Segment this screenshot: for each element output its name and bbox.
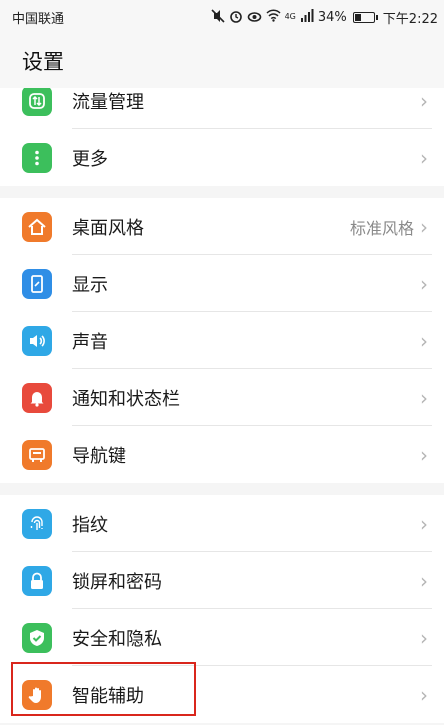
settings-group: 桌面风格 标准风格 › 显示 › 声音 › 通知和状态栏 › 导航键 › (0, 198, 444, 483)
settings-list[interactable]: 流量管理 › 更多 › 桌面风格 标准风格 › 显示 › 声音 › 通知和状态栏 › 导航键 › 指纹 › 锁屏和… (0, 88, 444, 725)
settings-item-label: 声音 (72, 331, 108, 353)
settings-item[interactable]: 声音 › (0, 312, 444, 369)
settings-item-label: 显示 (72, 274, 108, 296)
settings-item[interactable]: 锁屏和密码 › (0, 552, 444, 609)
more-icon (22, 142, 52, 173)
signal-icon (300, 9, 314, 25)
display-icon (22, 268, 52, 299)
settings-item[interactable]: 通知和状态栏 › (0, 369, 444, 426)
chevron-right-icon: › (420, 328, 428, 353)
eye-icon (247, 9, 262, 26)
settings-item-label: 流量管理 (72, 91, 144, 113)
battery-icon (352, 11, 378, 23)
battery-percent: 34% (317, 9, 347, 25)
chevron-right-icon: › (420, 214, 428, 239)
settings-item-label: 指纹 (72, 514, 108, 536)
settings-item-label: 安全和隐私 (72, 628, 162, 650)
settings-item-label: 桌面风格 (72, 217, 144, 239)
page-title-bar: 设置 (0, 34, 444, 88)
wifi-icon (266, 9, 281, 25)
settings-item-label: 导航键 (72, 445, 126, 467)
carrier-label: 中国联通 (12, 11, 65, 27)
chevron-right-icon: › (420, 442, 428, 467)
settings-item-value: 标准风格 (349, 218, 414, 238)
mute-icon (211, 8, 225, 26)
network-type-label: 4G (284, 12, 296, 21)
navigation-icon (22, 439, 52, 470)
chevron-right-icon: › (420, 385, 428, 410)
chevron-right-icon: › (420, 271, 428, 296)
clock: 下午2:22 (382, 11, 438, 27)
fingerprint-icon (22, 508, 52, 539)
settings-item-label: 更多 (72, 148, 108, 170)
chevron-right-icon: › (420, 568, 428, 593)
chevron-right-icon: › (420, 511, 428, 536)
alarm-icon (229, 9, 243, 26)
page-title: 设置 (22, 50, 64, 74)
data-usage-icon (22, 88, 52, 116)
settings-item[interactable]: 安全和隐私 › (0, 609, 444, 666)
chevron-right-icon: › (420, 88, 428, 113)
status-icons: 4G 34% 下午2:22 (211, 8, 438, 27)
settings-item[interactable]: 指纹 › (0, 495, 444, 552)
chevron-right-icon: › (420, 145, 428, 170)
settings-group: 流量管理 › 更多 › (0, 88, 444, 186)
lock-icon (22, 565, 52, 596)
settings-item[interactable]: 桌面风格 标准风格 › (0, 198, 444, 255)
home-icon (22, 211, 52, 242)
settings-list-content: 流量管理 › 更多 › 桌面风格 标准风格 › 显示 › 声音 › 通知和状态栏 › 导航键 › 指纹 › 锁屏和… (0, 88, 444, 725)
settings-item[interactable]: 流量管理 › (0, 88, 444, 129)
status-bar: 中国联通 4G 34% 下午2:22 (0, 0, 444, 34)
settings-item[interactable]: 显示 › (0, 255, 444, 312)
bell-icon (22, 382, 52, 413)
settings-item[interactable]: 导航键 › (0, 426, 444, 483)
settings-item[interactable]: 更多 › (0, 129, 444, 186)
settings-item-label: 锁屏和密码 (72, 571, 162, 593)
settings-item-label: 通知和状态栏 (72, 388, 180, 410)
highlight-annotation (11, 662, 196, 716)
battery-fill (354, 13, 361, 21)
shield-icon (22, 622, 52, 653)
chevron-right-icon: › (420, 682, 428, 707)
sound-icon (22, 325, 52, 356)
chevron-right-icon: › (420, 625, 428, 650)
